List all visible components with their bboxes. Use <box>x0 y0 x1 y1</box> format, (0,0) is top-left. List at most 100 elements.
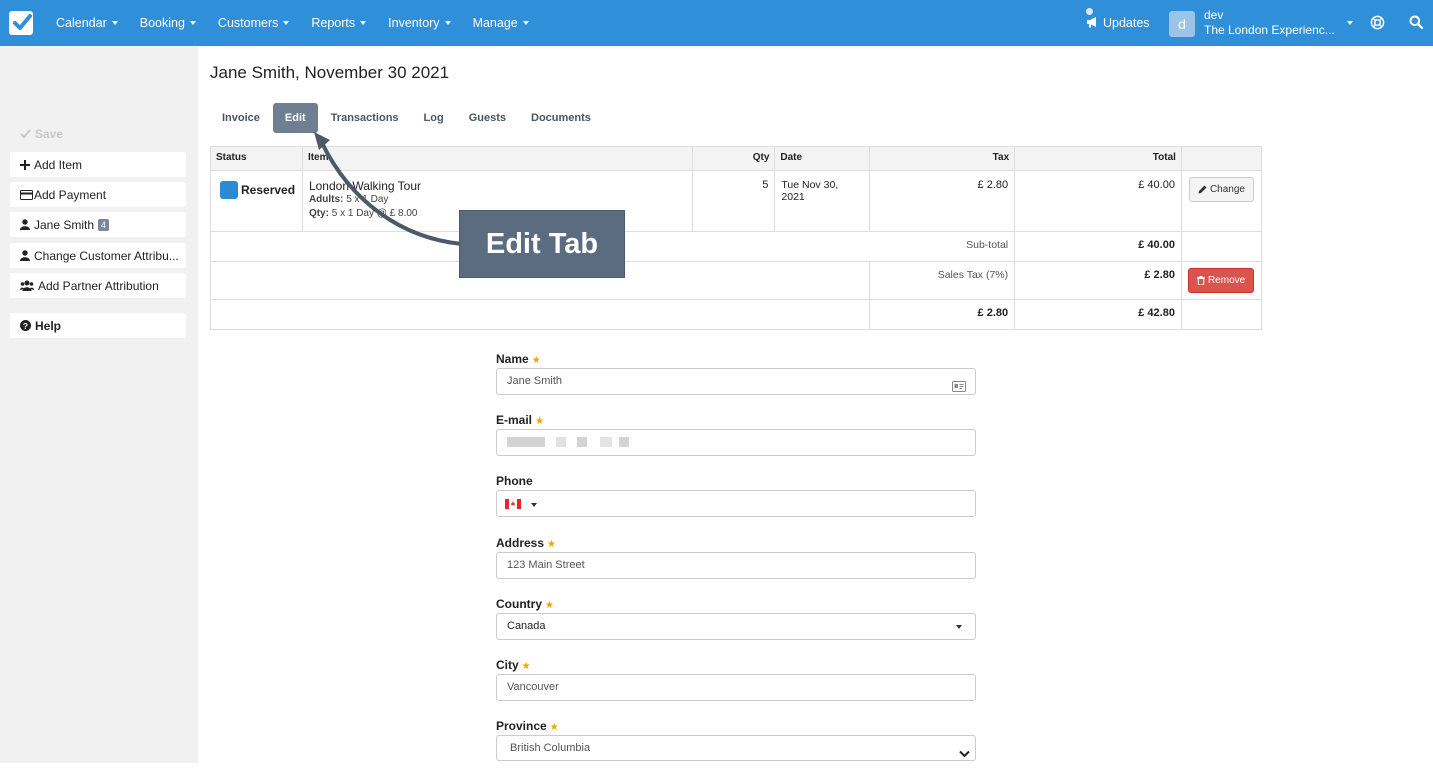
megaphone-icon <box>1086 16 1099 31</box>
caret-down-icon <box>531 503 537 507</box>
grand-total-value: £ 42.80 <box>1014 299 1182 330</box>
save-label: Save <box>35 126 64 141</box>
user-icon <box>20 219 30 230</box>
tab-edit[interactable]: Edit <box>272 103 318 133</box>
status-cell: Reserved <box>210 170 303 232</box>
sales-tax-row: Sales Tax (7%) £ 2.80 Remove <box>209 261 1263 300</box>
invoice-table: Status Item Qty Date Tax Total Reserved … <box>209 146 1263 330</box>
qty-cell: 5 <box>692 170 776 232</box>
caret-down-icon <box>444 21 451 25</box>
required-star-icon: ★ <box>549 722 559 733</box>
name-field[interactable]: Jane Smith <box>496 368 976 395</box>
tax-cell: £ 2.80 <box>869 170 1016 232</box>
city-field[interactable]: Vancouver <box>496 674 976 701</box>
menu-customers[interactable]: Customers <box>207 0 300 46</box>
redacted-block <box>507 437 545 448</box>
header-status: Status <box>210 146 303 171</box>
add-partner-attribution-button[interactable]: Add Partner Attribution <box>10 273 186 298</box>
actions-cell: Change <box>1180 170 1263 232</box>
edit-tab-callout: Edit Tab <box>459 210 625 278</box>
grand-tax-value: £ 2.80 <box>869 299 1016 330</box>
menu-label: Reports <box>311 16 356 30</box>
tab-guests[interactable]: Guests <box>457 103 518 133</box>
country-select[interactable]: Canada <box>496 613 976 640</box>
empty-cell <box>209 299 871 330</box>
caret-down-icon[interactable] <box>1347 21 1353 25</box>
caret-down-icon <box>283 21 290 25</box>
sales-tax-value: £ 2.80 <box>1014 261 1182 300</box>
user-icon <box>20 250 30 261</box>
grand-total-row: £ 2.80 £ 42.80 <box>209 299 1263 330</box>
change-customer-attribution-button[interactable]: Change Customer Attribu... <box>10 243 186 268</box>
required-star-icon: ★ <box>531 355 541 366</box>
redacted-block <box>556 437 567 448</box>
updates-label: Updates <box>1103 16 1150 30</box>
avatar[interactable]: d <box>1169 11 1195 37</box>
tab-documents[interactable]: Documents <box>519 103 603 133</box>
redacted-block <box>600 437 613 448</box>
province-label-text: Province <box>496 719 547 733</box>
menu-calendar[interactable]: Calendar <box>45 0 129 46</box>
partner-attribution-label: Add Partner Attribution <box>38 278 159 293</box>
menu-booking[interactable]: Booking <box>129 0 207 46</box>
updates-button[interactable]: Updates <box>1086 0 1150 46</box>
svg-text:?: ? <box>23 321 28 331</box>
menu-label: Booking <box>139 16 185 30</box>
status-badge: Reserved <box>241 183 296 197</box>
globe-icon[interactable] <box>1370 15 1385 33</box>
remove-button[interactable]: Remove <box>1187 268 1255 293</box>
header-item: Item <box>301 146 694 171</box>
canada-flag-icon[interactable] <box>505 499 521 509</box>
table-header-row: Status Item Qty Date Tax Total <box>210 146 1263 171</box>
subtotal-value: £ 40.00 <box>1014 231 1182 262</box>
page-title: Jane Smith, November 30 2021 <box>210 63 450 82</box>
search-icon[interactable] <box>1409 15 1424 32</box>
menu-label: Customers <box>217 16 279 30</box>
country-label: Country ★ <box>496 597 554 611</box>
add-payment-button[interactable]: Add Payment <box>10 182 186 207</box>
customer-count-badge: 4 <box>98 218 110 231</box>
address-field[interactable]: 123 Main Street <box>496 552 976 579</box>
province-label: Province ★ <box>496 719 559 733</box>
check-icon <box>20 128 31 139</box>
tab-transactions[interactable]: Transactions <box>319 103 411 133</box>
required-star-icon: ★ <box>547 539 556 550</box>
credit-card-icon <box>20 189 33 200</box>
trash-icon <box>1196 276 1205 285</box>
tab-invoice[interactable]: Invoice <box>210 103 272 133</box>
menu-manage[interactable]: Manage <box>462 0 540 46</box>
caret-down-icon <box>360 21 367 25</box>
header-tax: Tax <box>869 146 1016 171</box>
add-item-label: Add Item <box>34 157 83 172</box>
redacted-block <box>619 437 630 448</box>
status-color-swatch <box>220 181 238 199</box>
customer-button[interactable]: Jane Smith 4 <box>10 212 186 237</box>
caret-down-icon <box>111 21 118 25</box>
change-attribution-label: Change Customer Attribu... <box>34 248 179 263</box>
sales-tax-label: Sales Tax (7%) <box>869 261 1016 300</box>
user-menu[interactable]: dev The London Experienc... <box>1204 8 1335 38</box>
header-date: Date <box>774 146 871 171</box>
tab-log[interactable]: Log <box>412 103 456 133</box>
item-adults: Adults: 5 x 1 Day <box>309 193 687 207</box>
adults-label: Adults: <box>308 194 344 205</box>
email-field[interactable] <box>496 429 976 456</box>
menu-label: Manage <box>472 16 518 30</box>
province-select[interactable]: British Columbia <box>496 735 976 761</box>
help-label: Help <box>35 318 62 333</box>
phone-label: Phone <box>496 474 533 488</box>
phone-field[interactable] <box>496 490 976 517</box>
menu-reports[interactable]: Reports <box>300 0 377 46</box>
total-cell: £ 40.00 <box>1014 170 1182 232</box>
save-button[interactable]: Save <box>10 121 186 146</box>
adults-value: 5 x 1 Day <box>346 194 389 205</box>
app-logo-icon[interactable] <box>9 11 33 35</box>
change-button[interactable]: Change <box>1188 177 1254 202</box>
country-label-text: Country <box>496 597 542 611</box>
help-button[interactable]: ? Help <box>10 313 186 338</box>
qty-detail-value: 5 x 1 Day @ £ 8.00 <box>331 208 418 219</box>
add-item-button[interactable]: Add Item <box>10 152 186 177</box>
add-payment-label: Add Payment <box>34 187 107 202</box>
menu-inventory[interactable]: Inventory <box>377 0 461 46</box>
empty-cell <box>1180 231 1263 262</box>
